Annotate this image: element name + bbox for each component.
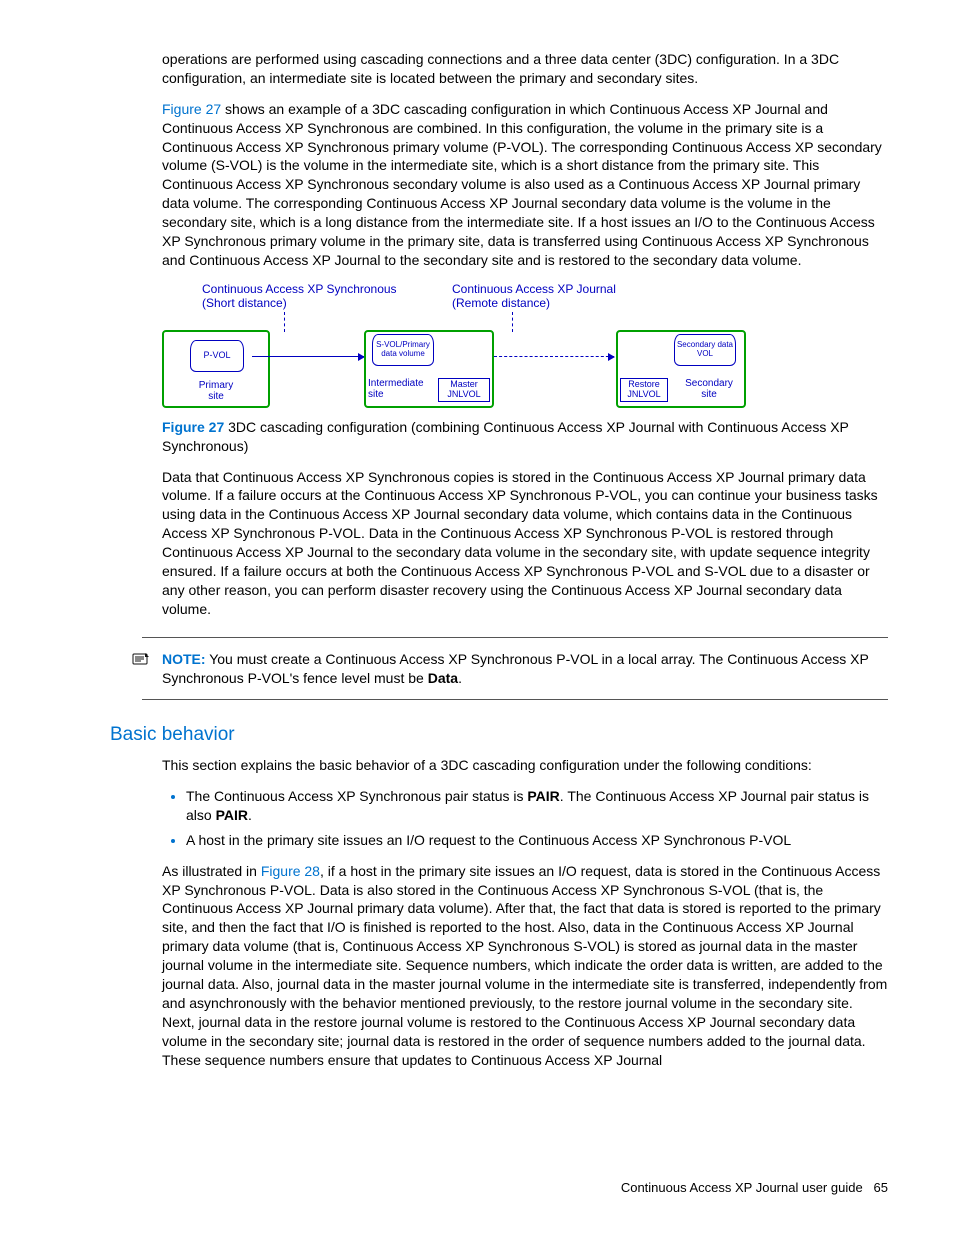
note-label: NOTE: [162, 651, 206, 667]
dash-1 [284, 312, 285, 332]
paragraph-4: This section explains the basic behavior… [162, 756, 888, 775]
svol-cylinder: S-VOL/Primary data volume [372, 334, 434, 366]
figure-28-link[interactable]: Figure 28 [261, 863, 320, 879]
page-footer: Continuous Access XP Journal user guide … [621, 1179, 888, 1197]
paragraph-5a: As illustrated in [162, 863, 261, 879]
secondary-cylinder: Secondary data VOL [674, 334, 736, 366]
paragraph-1: operations are performed using cascading… [162, 50, 888, 88]
section-heading-basic-behavior: Basic behavior [110, 722, 888, 748]
footer-title: Continuous Access XP Journal user guide [621, 1180, 863, 1195]
paragraph-5b: , if a host in the primary site issues a… [162, 863, 887, 1068]
list-item: A host in the primary site issues an I/O… [186, 831, 888, 850]
secondary-site-label: Secondary site [680, 378, 738, 400]
arrow-sync [252, 356, 364, 357]
conditions-list: The Continuous Access XP Synchronous pai… [162, 787, 888, 850]
restore-jnl-box: Restore JNLVOL [620, 378, 668, 402]
paragraph-2-text: shows an example of a 3DC cascading conf… [162, 101, 882, 268]
sync-label: Continuous Access XP Synchronous(Short d… [202, 282, 397, 311]
arrow-journal [494, 356, 614, 357]
intermediate-label: Intermediate site [368, 378, 426, 400]
note-bold: Data [428, 670, 458, 686]
master-jnl-box: Master JNLVOL [438, 378, 490, 402]
journal-label: Continuous Access XP Journal(Remote dist… [452, 282, 616, 311]
primary-site-label: Primary site [190, 380, 242, 402]
paragraph-2: Figure 27 shows an example of a 3DC casc… [162, 100, 888, 270]
note-icon [132, 652, 150, 666]
paragraph-3: Data that Continuous Access XP Synchrono… [162, 468, 888, 619]
page-number: 65 [874, 1180, 888, 1195]
figure-27-link[interactable]: Figure 27 [162, 101, 221, 117]
paragraph-5: As illustrated in Figure 28, if a host i… [162, 862, 888, 1070]
figure-27-caption-text: 3DC cascading configuration (combining C… [162, 419, 849, 454]
dash-2 [512, 312, 513, 332]
figure-27-diagram: Continuous Access XP Synchronous(Short d… [162, 282, 752, 412]
note-text-a: You must create a Continuous Access XP S… [162, 651, 869, 686]
page: operations are performed using cascading… [0, 0, 954, 1235]
pvol-cylinder: P-VOL [190, 340, 244, 372]
note-text-b: . [458, 670, 462, 686]
note-block: NOTE: You must create a Continuous Acces… [142, 637, 888, 701]
figure-27-caption: Figure 27 3DC cascading configuration (c… [162, 418, 888, 456]
list-item: The Continuous Access XP Synchronous pai… [186, 787, 888, 825]
figure-27-number: Figure 27 [162, 419, 224, 435]
